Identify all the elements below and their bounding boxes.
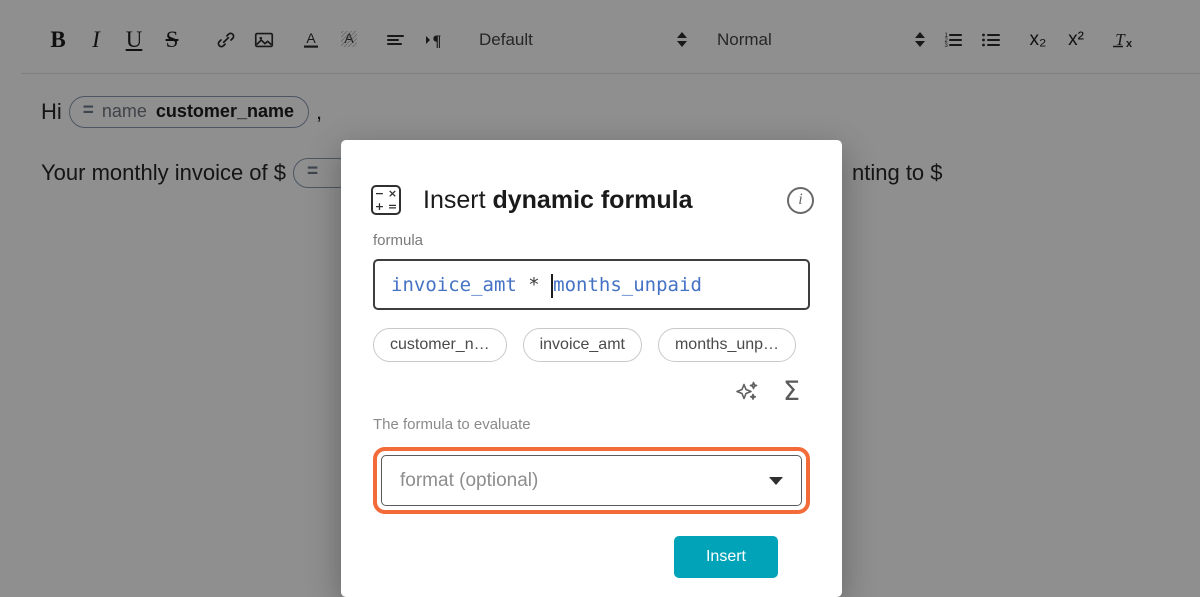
calc-symbol-minus: − bbox=[374, 187, 385, 200]
format-select[interactable]: format (optional) bbox=[381, 455, 802, 506]
insert-dynamic-formula-dialog: − × + = Insert dynamic formula i formula… bbox=[341, 140, 842, 597]
dialog-body: formula invoice_amt * months_unpaid cust… bbox=[341, 232, 842, 578]
text-cursor bbox=[551, 273, 554, 298]
dialog-footer: Insert bbox=[373, 514, 810, 578]
formula-operator: * bbox=[516, 273, 552, 296]
dialog-title-bold: dynamic formula bbox=[492, 185, 693, 214]
format-select-placeholder: format (optional) bbox=[400, 469, 539, 491]
calc-symbol-equals: = bbox=[387, 200, 398, 213]
format-select-highlight: format (optional) bbox=[373, 447, 810, 514]
dialog-header: − × + = Insert dynamic formula i bbox=[341, 140, 842, 232]
formula-action-icons: Σ bbox=[373, 374, 810, 408]
variable-chip-months-unpaid[interactable]: months_unp… bbox=[657, 328, 797, 362]
ai-suggest-icon[interactable] bbox=[733, 377, 761, 405]
calc-symbol-plus: + bbox=[374, 200, 385, 213]
insert-button[interactable]: Insert bbox=[674, 536, 778, 578]
formula-input[interactable]: invoice_amt * months_unpaid bbox=[373, 259, 810, 310]
calc-symbol-times: × bbox=[387, 187, 398, 200]
sigma-icon[interactable]: Σ bbox=[783, 378, 800, 405]
dialog-title: Insert dynamic formula bbox=[423, 186, 693, 215]
variable-chip-invoice-amt[interactable]: invoice_amt bbox=[522, 328, 642, 362]
calculator-icon: − × + = bbox=[371, 185, 401, 215]
chevron-down-icon bbox=[769, 476, 783, 485]
formula-operand-right: months_unpaid bbox=[553, 273, 702, 296]
dialog-title-normal: Insert bbox=[423, 185, 493, 214]
info-icon[interactable]: i bbox=[787, 186, 814, 214]
variable-chip-customer-name[interactable]: customer_n… bbox=[373, 328, 507, 362]
formula-operand-left: invoice_amt bbox=[391, 273, 517, 296]
screen-root: B I U S A ¶ Default Normal 1 2 3 x₂ x² T… bbox=[0, 0, 1200, 597]
variable-chips-row: customer_n… invoice_amt months_unp… bbox=[373, 328, 810, 362]
formula-field-label: formula bbox=[373, 232, 424, 249]
formula-helper-text: The formula to evaluate bbox=[373, 416, 531, 433]
